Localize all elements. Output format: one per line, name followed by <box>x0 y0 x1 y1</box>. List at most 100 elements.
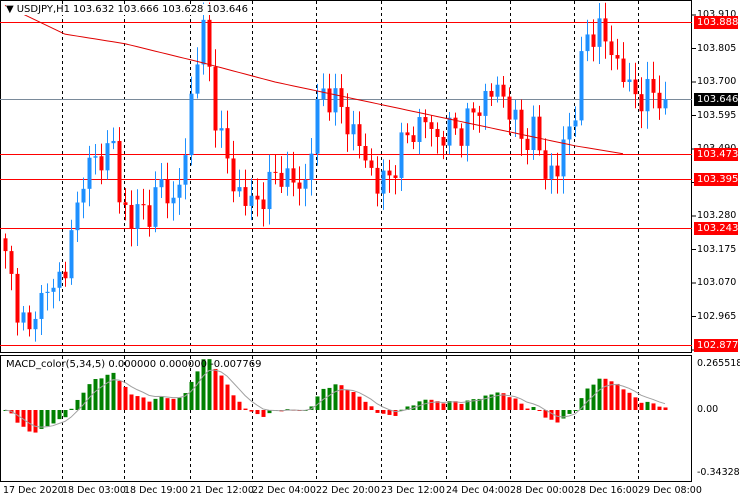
y-tick-label: 102.965 <box>697 310 737 322</box>
candle <box>399 122 404 191</box>
candle <box>345 93 350 152</box>
candle <box>543 138 548 190</box>
candle <box>375 156 380 207</box>
macd-bar <box>609 381 614 410</box>
candle <box>585 19 590 62</box>
candle <box>633 62 638 109</box>
candle <box>33 311 38 342</box>
macd-bar <box>129 394 134 410</box>
macd-bar <box>381 410 386 414</box>
x-tick-label: 23 Dec 12:00 <box>381 485 445 496</box>
candle <box>483 83 488 130</box>
macd-bar <box>135 396 140 410</box>
macd-bar <box>51 410 56 424</box>
chart-title: ▼ USDJPY,H1 103.632 103.666 103.628 103.… <box>6 4 248 15</box>
candle <box>51 278 56 309</box>
candle <box>657 75 662 120</box>
macd-bar <box>441 403 446 410</box>
candle <box>135 189 140 246</box>
x-tick-label: 28 Dec 00:00 <box>510 485 574 496</box>
candle <box>99 143 104 185</box>
price-level-label: 103.888 <box>694 15 738 29</box>
candle <box>237 169 242 197</box>
macd-bar <box>57 410 62 420</box>
candle <box>231 140 236 203</box>
collapse-triangle-icon[interactable]: ▼ <box>6 4 14 15</box>
candle <box>591 19 596 62</box>
candle <box>417 108 422 155</box>
candle <box>555 152 560 194</box>
candle <box>213 49 218 148</box>
macd-bar <box>225 384 230 410</box>
candle <box>189 76 194 166</box>
macd-bar <box>513 398 518 410</box>
candle <box>177 167 182 215</box>
macd-bar <box>657 406 662 410</box>
ohlc-label: 103.632 103.666 103.628 103.646 <box>73 4 248 15</box>
macd-bar <box>231 395 236 410</box>
candle <box>429 115 434 147</box>
candle <box>321 73 326 107</box>
candle <box>621 42 626 88</box>
candle <box>105 130 110 180</box>
macd-bar <box>615 383 620 410</box>
candle <box>609 25 614 71</box>
candle <box>159 163 164 198</box>
candle <box>339 74 344 124</box>
macd-bar <box>75 399 80 410</box>
macd-bar <box>429 399 434 410</box>
macd-title: MACD_color(5,34,5) 0.000000 0.000000 -0.… <box>6 359 262 370</box>
macd-bar <box>351 392 356 410</box>
candle <box>351 110 356 151</box>
candle <box>75 191 80 243</box>
macd-bar <box>537 410 542 411</box>
candle <box>69 219 74 285</box>
macd-bar <box>141 397 146 410</box>
moving-average-line <box>4 4 624 155</box>
macd-bar <box>261 410 266 417</box>
candle <box>453 112 458 135</box>
macd-bar <box>243 408 248 410</box>
candle <box>255 178 260 217</box>
macd-bar <box>639 402 644 410</box>
macd-bar <box>153 398 158 410</box>
price-chart[interactable] <box>0 0 740 500</box>
candle <box>381 159 386 210</box>
macd-bar <box>567 410 572 414</box>
candle <box>639 77 644 129</box>
macd-bar <box>249 410 254 412</box>
y-tick-label: 103.595 <box>697 109 737 121</box>
y-tick-label: 103.805 <box>697 42 737 54</box>
candle <box>315 83 320 166</box>
macd-bar <box>585 388 590 410</box>
x-tick-label: 29 Dec 08:00 <box>638 485 702 496</box>
macd-bar <box>27 410 32 432</box>
macd-bar <box>621 389 626 410</box>
candle <box>243 169 248 216</box>
candle <box>513 100 518 137</box>
candle <box>363 133 368 168</box>
candle <box>525 128 530 165</box>
macd-bar <box>81 392 86 410</box>
candle <box>267 154 272 225</box>
macd-bar <box>369 406 374 410</box>
x-tick-label: 22 Dec 20:00 <box>316 485 380 496</box>
candle <box>471 102 476 130</box>
macd-bar <box>69 408 74 410</box>
candle <box>411 126 416 150</box>
candle <box>309 137 314 196</box>
candle <box>15 268 20 336</box>
macd-bar <box>633 397 638 410</box>
candle <box>141 188 146 220</box>
macd-bar <box>663 407 668 410</box>
macd-bar <box>549 410 554 420</box>
macd-bar <box>189 381 194 410</box>
x-tick-label: 28 Dec 16:00 <box>574 485 638 496</box>
candle <box>261 182 266 227</box>
candle <box>111 127 116 150</box>
y-tick-label: 103.070 <box>697 277 737 288</box>
macd-bar <box>459 403 464 410</box>
macd-bar <box>483 395 488 410</box>
candle <box>3 233 8 269</box>
macd-bar <box>339 385 344 410</box>
